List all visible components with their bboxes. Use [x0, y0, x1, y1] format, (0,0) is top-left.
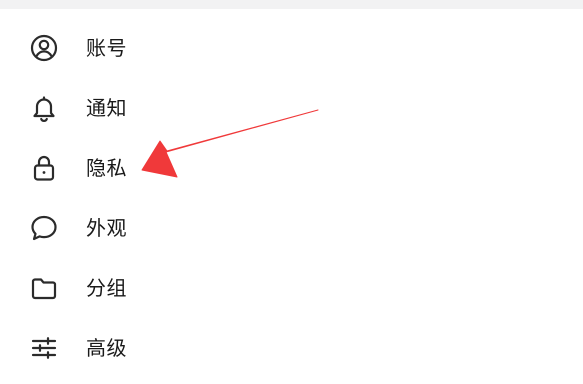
bell-icon: [29, 93, 59, 123]
menu-item-label: 通知: [86, 96, 127, 120]
settings-page: 账号 通知 隐私 外观 分组 高级: [0, 0, 583, 384]
top-bar: [0, 0, 583, 9]
menu-item-label: 账号: [86, 36, 127, 60]
menu-item-label: 分组: [86, 276, 127, 300]
menu-item-groups[interactable]: 分组: [0, 258, 583, 318]
sliders-icon: [29, 333, 59, 363]
menu-item-label: 外观: [86, 216, 127, 240]
chat-bubble-icon: [29, 213, 59, 243]
menu-item-label: 高级: [86, 336, 127, 360]
menu-item-advanced[interactable]: 高级: [0, 318, 583, 378]
menu-item-notifications[interactable]: 通知: [0, 78, 583, 138]
menu-item-account[interactable]: 账号: [0, 18, 583, 78]
menu-item-appearance[interactable]: 外观: [0, 198, 583, 258]
menu-item-label: 隐私: [86, 156, 127, 180]
menu-item-privacy[interactable]: 隐私: [0, 138, 583, 198]
account-icon: [29, 33, 59, 63]
lock-icon: [29, 153, 59, 183]
folder-icon: [29, 273, 59, 303]
